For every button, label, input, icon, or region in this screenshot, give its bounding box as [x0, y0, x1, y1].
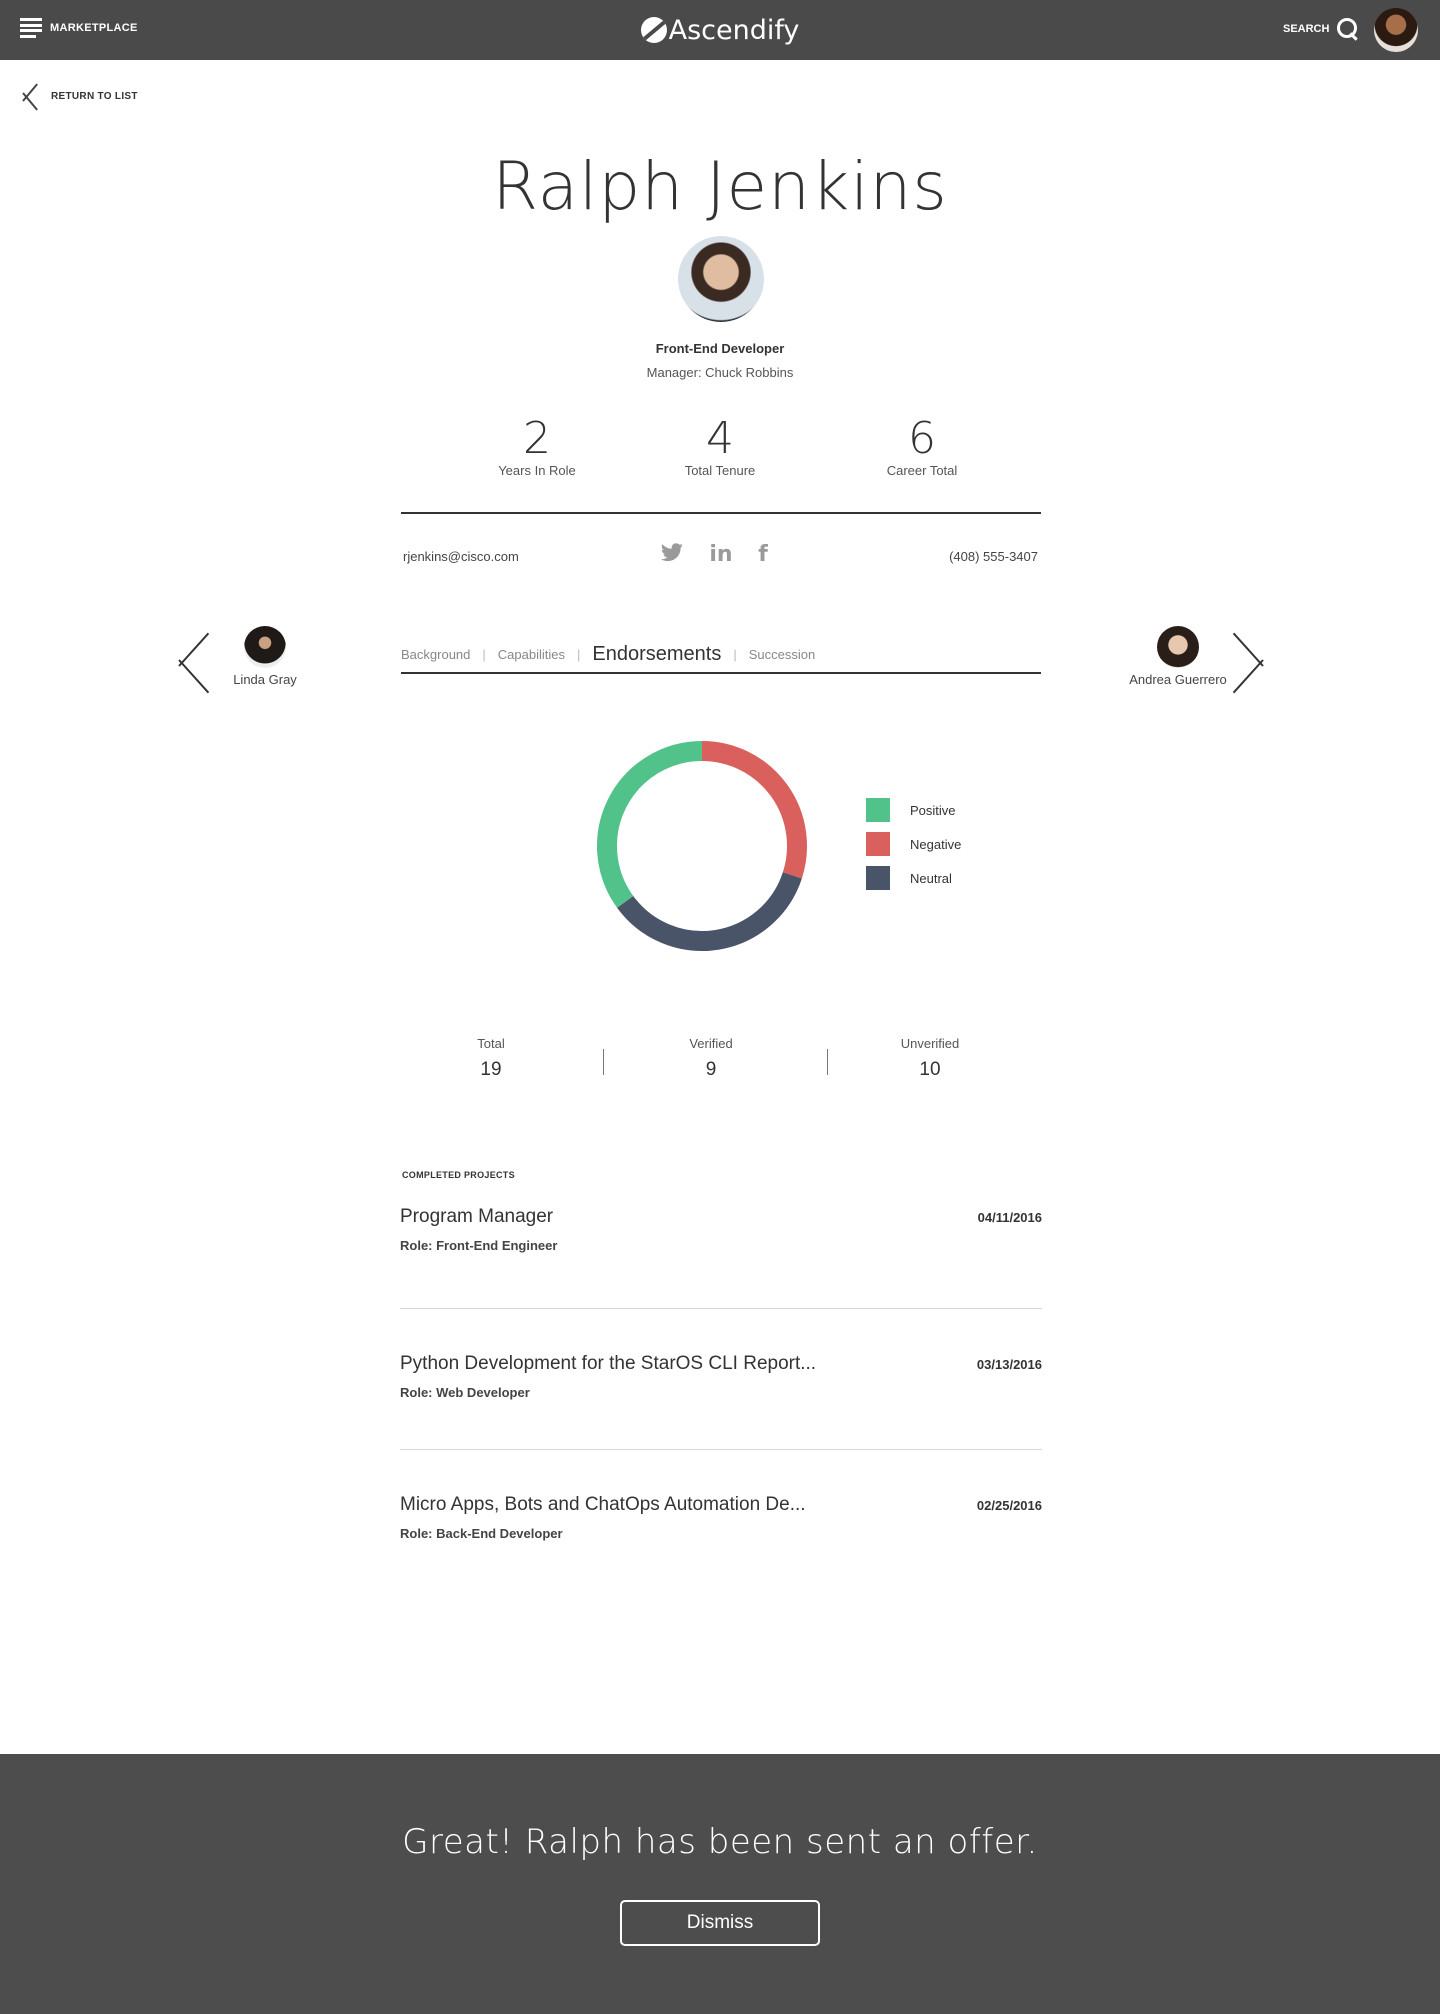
- tab-background[interactable]: Background: [401, 647, 470, 662]
- legend-label: Neutral: [910, 870, 952, 886]
- job-title: Front-End Developer: [655, 341, 785, 356]
- summary-separator: [603, 1049, 604, 1075]
- project-date: 03/13/2016: [976, 1357, 1042, 1372]
- project-role: Role: Front-End Engineer: [400, 1238, 558, 1253]
- contact-divider: [401, 512, 1041, 514]
- return-to-list-link[interactable]: RETURN TO LIST: [20, 80, 138, 112]
- project-title[interactable]: Python Development for the StarOS CLI Re…: [400, 1353, 1042, 1375]
- endorsements-donut-chart: [597, 741, 807, 951]
- next-person-arrow-icon[interactable]: [1244, 628, 1284, 694]
- donut-slice-positive: [597, 741, 703, 908]
- completed-projects-heading: COMPLETED PROJECTS: [402, 1170, 515, 1180]
- project-divider: [400, 1449, 1042, 1450]
- previous-person-arrow-icon[interactable]: [160, 628, 200, 694]
- project-item[interactable]: Program Manager 04/11/2016 Role: Front-E…: [400, 1206, 1042, 1253]
- donut-slice-negative: [701, 741, 807, 879]
- summary-value: 10: [919, 1059, 941, 1080]
- marketplace-label: MARKETPLACE: [50, 22, 138, 34]
- marketplace-menu-button[interactable]: MARKETPLACE: [20, 18, 138, 38]
- previous-person-name: Linda Gray: [233, 672, 297, 687]
- tab-separator: |: [482, 646, 486, 662]
- offer-sent-banner: Great! Ralph has been sent an offer. Dis…: [0, 1754, 1440, 2014]
- summary-label: Unverified: [900, 1036, 960, 1051]
- top-bar: MARKETPLACE Ascendify SEARCH: [0, 0, 1440, 60]
- summary-label: Total: [477, 1036, 505, 1051]
- tab-succession[interactable]: Succession: [749, 647, 815, 662]
- summary-separator: [827, 1049, 828, 1075]
- linkedin-icon[interactable]: in: [708, 542, 734, 567]
- search-label: SEARCH: [1283, 23, 1330, 35]
- legend-swatch: [866, 798, 890, 822]
- project-item[interactable]: Micro Apps, Bots and ChatOps Automation …: [400, 1494, 1042, 1541]
- profile-avatar: [678, 236, 764, 322]
- legend-label: Negative: [910, 836, 962, 852]
- twitter-icon[interactable]: [660, 542, 684, 566]
- tab-capabilities[interactable]: Capabilities: [498, 647, 565, 662]
- profile-name: Ralph Jenkins: [492, 148, 948, 225]
- project-date: 04/11/2016: [977, 1210, 1042, 1225]
- stat-label: Career Total: [886, 463, 958, 478]
- profile-tabs: Background | Capabilities | Endorsements…: [401, 636, 1041, 674]
- stat-value: 2: [523, 413, 551, 464]
- manager-name: Manager: Chuck Robbins: [646, 365, 794, 380]
- stat-value: 4: [706, 413, 734, 464]
- summary-total: Total 19: [411, 1036, 571, 1081]
- next-person-avatar: [1157, 626, 1199, 668]
- summary-unverified: Unverified 10: [850, 1036, 1010, 1081]
- facebook-icon[interactable]: f: [756, 542, 770, 567]
- stat-value: 6: [908, 413, 936, 464]
- user-avatar[interactable]: [1374, 8, 1418, 52]
- return-to-list-label: RETURN TO LIST: [51, 90, 138, 102]
- summary-verified: Verified 9: [631, 1036, 791, 1081]
- previous-person[interactable]: Linda Gray: [200, 626, 330, 687]
- next-person-name: Andrea Guerrero: [1129, 672, 1227, 687]
- chevron-left-icon: [20, 80, 38, 112]
- summary-value: 19: [480, 1059, 502, 1080]
- project-title[interactable]: Program Manager: [400, 1206, 1042, 1228]
- project-date: 02/25/2016: [976, 1498, 1042, 1513]
- tab-endorsements[interactable]: Endorsements: [592, 643, 721, 666]
- ascendify-logo-icon: [640, 17, 667, 43]
- legend-swatch: [866, 866, 890, 890]
- stat-years-in-role: 2 Years In Role: [457, 413, 617, 479]
- tab-separator: |: [576, 646, 581, 662]
- banner-message: Great! Ralph has been sent an offer.: [402, 1822, 1038, 1862]
- stat-label: Total Tenure: [684, 463, 756, 478]
- legend-swatch: [866, 832, 890, 856]
- hamburger-icon: [20, 18, 42, 38]
- project-role: Role: Web Developer: [400, 1385, 530, 1400]
- search-button[interactable]: SEARCH: [1283, 18, 1359, 40]
- legend-label: Positive: [910, 802, 956, 818]
- tab-separator: |: [733, 646, 737, 662]
- project-divider: [400, 1308, 1042, 1309]
- stat-label: Years In Role: [498, 463, 576, 478]
- summary-value: 9: [705, 1059, 717, 1080]
- previous-person-avatar: [244, 626, 286, 668]
- legend-item-positive: Positive: [866, 798, 961, 822]
- email-address[interactable]: rjenkins@cisco.com: [403, 549, 519, 564]
- brand-logo[interactable]: Ascendify: [640, 10, 800, 50]
- chart-legend: Positive Negative Neutral: [866, 798, 961, 900]
- stat-total-tenure: 4 Total Tenure: [640, 413, 800, 479]
- project-title[interactable]: Micro Apps, Bots and ChatOps Automation …: [400, 1494, 1042, 1516]
- legend-item-neutral: Neutral: [866, 866, 961, 890]
- project-role: Role: Back-End Developer: [400, 1526, 563, 1541]
- dismiss-button[interactable]: Dismiss: [620, 1900, 820, 1946]
- search-icon: [1337, 18, 1359, 40]
- phone-number[interactable]: (408) 555-3407: [938, 549, 1038, 564]
- summary-label: Verified: [689, 1036, 733, 1051]
- legend-item-negative: Negative: [866, 832, 961, 856]
- stat-career-total: 6 Career Total: [842, 413, 1002, 479]
- project-item[interactable]: Python Development for the StarOS CLI Re…: [400, 1353, 1042, 1400]
- donut-slice-neutral: [617, 872, 802, 951]
- next-person[interactable]: Andrea Guerrero: [1113, 626, 1243, 687]
- brand-name: Ascendify: [668, 14, 800, 46]
